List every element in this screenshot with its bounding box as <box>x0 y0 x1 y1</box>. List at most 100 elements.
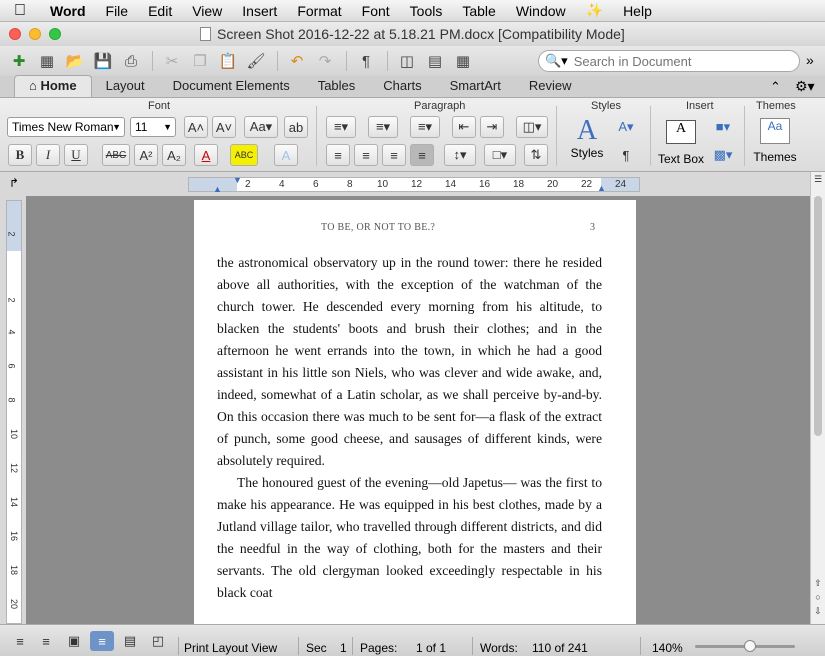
search-input[interactable] <box>573 53 784 69</box>
document-page[interactable]: TO BE, OR NOT TO BE.? 3 the astronomical… <box>194 200 636 624</box>
increase-indent-button[interactable]: ⇥ <box>480 116 504 138</box>
redo-icon[interactable]: ↷ <box>312 50 338 72</box>
menu-window[interactable]: Window <box>506 3 576 19</box>
shrink-font-button[interactable]: A˅ <box>212 116 236 138</box>
align-center-button[interactable]: ≡ <box>354 144 378 166</box>
open-icon[interactable]: 📂 <box>62 50 88 72</box>
highlight-button[interactable]: ABC <box>230 144 258 166</box>
decrease-indent-button[interactable]: ⇤ <box>452 116 476 138</box>
style-sets-icon[interactable]: A▾ <box>614 116 638 138</box>
script-menu-icon[interactable]: ✨ <box>576 2 613 19</box>
text-box-button[interactable]: A Text Box <box>656 120 706 166</box>
toolbox-icon[interactable]: ▦ <box>450 50 476 72</box>
menu-tools[interactable]: Tools <box>400 3 453 19</box>
italic-button[interactable]: I <box>36 144 60 166</box>
tab-stop-selector[interactable]: ↱ <box>4 176 24 194</box>
outline-view-icon[interactable]: ≡ <box>34 631 58 651</box>
align-right-button[interactable]: ≡ <box>382 144 406 166</box>
underline-button[interactable]: U <box>64 144 88 166</box>
styles-pane-icon[interactable]: ¶ <box>614 144 638 166</box>
menu-file[interactable]: File <box>96 3 139 19</box>
apple-menu-icon[interactable]:  <box>0 2 40 20</box>
picture-icon[interactable]: ▩▾ <box>708 144 738 166</box>
menu-help[interactable]: Help <box>613 3 662 19</box>
clear-formatting-button[interactable]: ab <box>284 116 308 138</box>
close-window-button[interactable] <box>9 28 21 40</box>
next-page-icon[interactable]: ⇩ <box>812 606 824 618</box>
subscript-button[interactable]: A₂ <box>162 144 186 166</box>
browse-object-icon[interactable]: ○ <box>812 592 824 604</box>
themes-button[interactable]: Aa Themes <box>750 118 800 164</box>
sidebar-icon[interactable]: ◫ <box>394 50 420 72</box>
search-box[interactable]: 🔍▾ <box>538 50 800 72</box>
scrollbar-thumb[interactable] <box>814 196 822 436</box>
numbering-button[interactable]: ≡▾ <box>368 116 398 138</box>
zoom-window-button[interactable] <box>49 28 61 40</box>
sort-button[interactable]: ⇅ <box>524 144 548 166</box>
menu-edit[interactable]: Edit <box>138 3 182 19</box>
collapse-ribbon-icon[interactable]: ⌃ <box>770 79 781 95</box>
new-document-icon[interactable]: ✚ <box>6 50 32 72</box>
media-browser-icon[interactable]: ▤ <box>422 50 448 72</box>
vertical-scrollbar[interactable]: ☰ ⇧ ○ ⇩ <box>810 172 825 624</box>
text-effects-button[interactable]: A <box>274 144 298 166</box>
font-color-button[interactable]: A <box>194 144 218 166</box>
multilevel-list-button[interactable]: ≡▾ <box>410 116 440 138</box>
show-formatting-icon[interactable]: ¶ <box>353 50 379 72</box>
minimize-window-button[interactable] <box>29 28 41 40</box>
tab-smartart[interactable]: SmartArt <box>436 76 515 97</box>
menu-font[interactable]: Font <box>352 3 400 19</box>
undo-icon[interactable]: ↶ <box>284 50 310 72</box>
menu-view[interactable]: View <box>182 3 232 19</box>
tab-tables[interactable]: Tables <box>304 76 370 97</box>
tab-document-elements[interactable]: Document Elements <box>159 76 304 97</box>
paste-icon[interactable]: 📋 <box>215 50 241 72</box>
menu-table[interactable]: Table <box>452 3 505 19</box>
zoom-slider-handle[interactable] <box>744 640 756 652</box>
font-name-select[interactable]: Times New Roman ▼ <box>7 117 125 137</box>
split-view-icon[interactable]: ☰ <box>812 174 824 186</box>
tab-charts[interactable]: Charts <box>369 76 435 97</box>
bullets-button[interactable]: ≡▾ <box>326 116 356 138</box>
focus-view-icon[interactable]: ◰ <box>146 631 170 651</box>
document-canvas[interactable]: TO BE, OR NOT TO BE.? 3 the astronomical… <box>26 196 810 624</box>
tab-layout[interactable]: Layout <box>92 76 159 97</box>
paragraph[interactable]: the astronomical observatory up in the r… <box>217 252 602 472</box>
bold-button[interactable]: B <box>8 144 32 166</box>
cut-icon[interactable]: ✂ <box>159 50 185 72</box>
grow-font-button[interactable]: A˄ <box>184 116 208 138</box>
paragraph[interactable]: The honoured guest of the evening—old Ja… <box>217 472 602 604</box>
notebook-layout-view-icon[interactable]: ▤ <box>118 631 142 651</box>
draft-view-icon[interactable]: ≡ <box>8 631 32 651</box>
previous-page-icon[interactable]: ⇧ <box>812 578 824 590</box>
menu-format[interactable]: Format <box>287 3 351 19</box>
app-menu[interactable]: Word <box>40 3 96 19</box>
font-size-select[interactable]: 11 ▼ <box>130 117 176 137</box>
templates-icon[interactable]: ▦ <box>34 50 60 72</box>
justify-button[interactable]: ≡ <box>410 144 434 166</box>
tab-home[interactable]: ⌂ Home <box>14 75 92 97</box>
shapes-icon[interactable]: ■▾ <box>708 116 738 138</box>
superscript-button[interactable]: A² <box>134 144 158 166</box>
document-body[interactable]: the astronomical observatory up in the r… <box>217 252 602 604</box>
align-left-button[interactable]: ≡ <box>326 144 350 166</box>
strikethrough-button[interactable]: ABC <box>102 144 130 166</box>
line-spacing-button[interactable]: ↕▾ <box>444 144 476 166</box>
publishing-layout-view-icon[interactable]: ▣ <box>62 631 86 651</box>
right-indent-marker[interactable]: ▲ <box>597 183 606 193</box>
copy-icon[interactable]: ❐ <box>187 50 213 72</box>
tab-review[interactable]: Review <box>515 76 586 97</box>
menu-insert[interactable]: Insert <box>232 3 287 19</box>
print-layout-view-icon[interactable]: ≡ <box>90 631 114 651</box>
ribbon-settings-icon[interactable]: ⚙▾ <box>795 78 815 95</box>
print-icon[interactable]: ⎙ <box>118 50 144 72</box>
first-line-indent-marker[interactable]: ▼ <box>233 175 242 185</box>
vertical-ruler[interactable]: 2 2 4 6 8 10 12 14 16 18 20 <box>6 200 22 624</box>
format-painter-icon[interactable]: 🖌 <box>243 50 269 72</box>
borders-button[interactable]: □▾ <box>484 144 516 166</box>
change-case-button[interactable]: Aa▾ <box>244 116 278 138</box>
columns-button[interactable]: ◫▾ <box>516 116 548 138</box>
save-icon[interactable]: 💾 <box>90 50 116 72</box>
toolbar-overflow-icon[interactable]: » <box>806 52 814 68</box>
styles-button[interactable]: A Styles <box>565 116 609 161</box>
